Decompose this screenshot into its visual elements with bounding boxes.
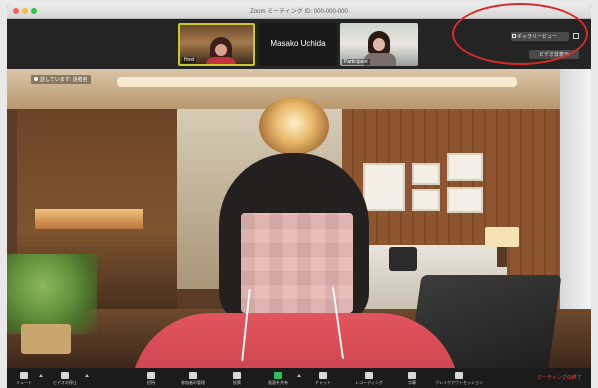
participant-body — [206, 57, 236, 64]
end-meeting-button[interactable]: ミーティングの終了 — [537, 374, 582, 381]
wall-picture — [412, 189, 440, 211]
participant-face — [373, 38, 385, 51]
annotation-circle — [452, 3, 588, 65]
caret-up-icon[interactable] — [297, 374, 301, 377]
participant-thumbnail-3[interactable]: Participant — [340, 23, 418, 66]
meeting-toolbar: ミュート ビデオの停止 招待 参加者の管理 投票 画面を共有 チャット レコーデ… — [7, 368, 591, 388]
participant-name: Host — [182, 57, 197, 63]
participant-face — [215, 44, 227, 56]
share-screen-button[interactable]: 画面を共有 — [261, 369, 295, 387]
active-speaker-label: 話しています: 話者名 — [40, 77, 88, 83]
microphone-icon — [20, 371, 28, 379]
wall-picture — [363, 163, 405, 211]
ceiling-light — [117, 77, 517, 87]
pixelated-face — [241, 213, 353, 313]
share-screen-icon — [274, 371, 282, 379]
microphone-icon — [34, 77, 38, 81]
caret-up-icon[interactable] — [39, 374, 43, 377]
participant-thumbnail-1[interactable]: Host — [178, 23, 255, 66]
participants-icon — [189, 371, 197, 379]
plant — [7, 254, 97, 334]
chat-button[interactable]: チャット — [309, 369, 337, 387]
participant-name: Masako Uchida — [270, 39, 326, 48]
plant-pot — [21, 324, 71, 354]
table-lamp — [485, 227, 519, 247]
wall-picture — [447, 153, 483, 181]
speaker-body — [131, 313, 459, 368]
record-button[interactable]: レコーディング — [349, 369, 389, 387]
pendant-lamp — [259, 97, 329, 155]
wall-picture — [412, 163, 440, 185]
closed-caption-button[interactable]: 字幕 — [401, 369, 423, 387]
cabinet-light — [35, 209, 143, 229]
caret-up-icon[interactable] — [85, 374, 89, 377]
polling-icon — [233, 371, 241, 379]
participant-thumbnail-2[interactable]: Masako Uchida — [259, 23, 337, 66]
breakout-rooms-icon — [455, 371, 463, 379]
record-icon — [365, 371, 373, 379]
breakout-rooms-button[interactable]: ブレイクアウトセッション — [431, 369, 487, 387]
invite-icon — [147, 371, 155, 379]
pillow — [389, 247, 417, 271]
manage-participants-button[interactable]: 参加者の管理 — [173, 369, 213, 387]
participant-name: Participant — [342, 59, 370, 65]
chat-icon — [319, 371, 327, 379]
mute-button[interactable]: ミュート — [9, 369, 39, 387]
closed-caption-icon — [408, 371, 416, 379]
wall-picture — [447, 187, 483, 213]
main-video: 話しています: 話者名 — [7, 69, 591, 368]
polling-button[interactable]: 投票 — [225, 369, 249, 387]
active-speaker-tag: 話しています: 話者名 — [31, 75, 91, 84]
lamp-base — [497, 247, 507, 267]
stop-video-button[interactable]: ビデオの停止 — [45, 369, 85, 387]
video-camera-icon — [61, 371, 69, 379]
invite-button[interactable]: 招待 — [139, 369, 163, 387]
